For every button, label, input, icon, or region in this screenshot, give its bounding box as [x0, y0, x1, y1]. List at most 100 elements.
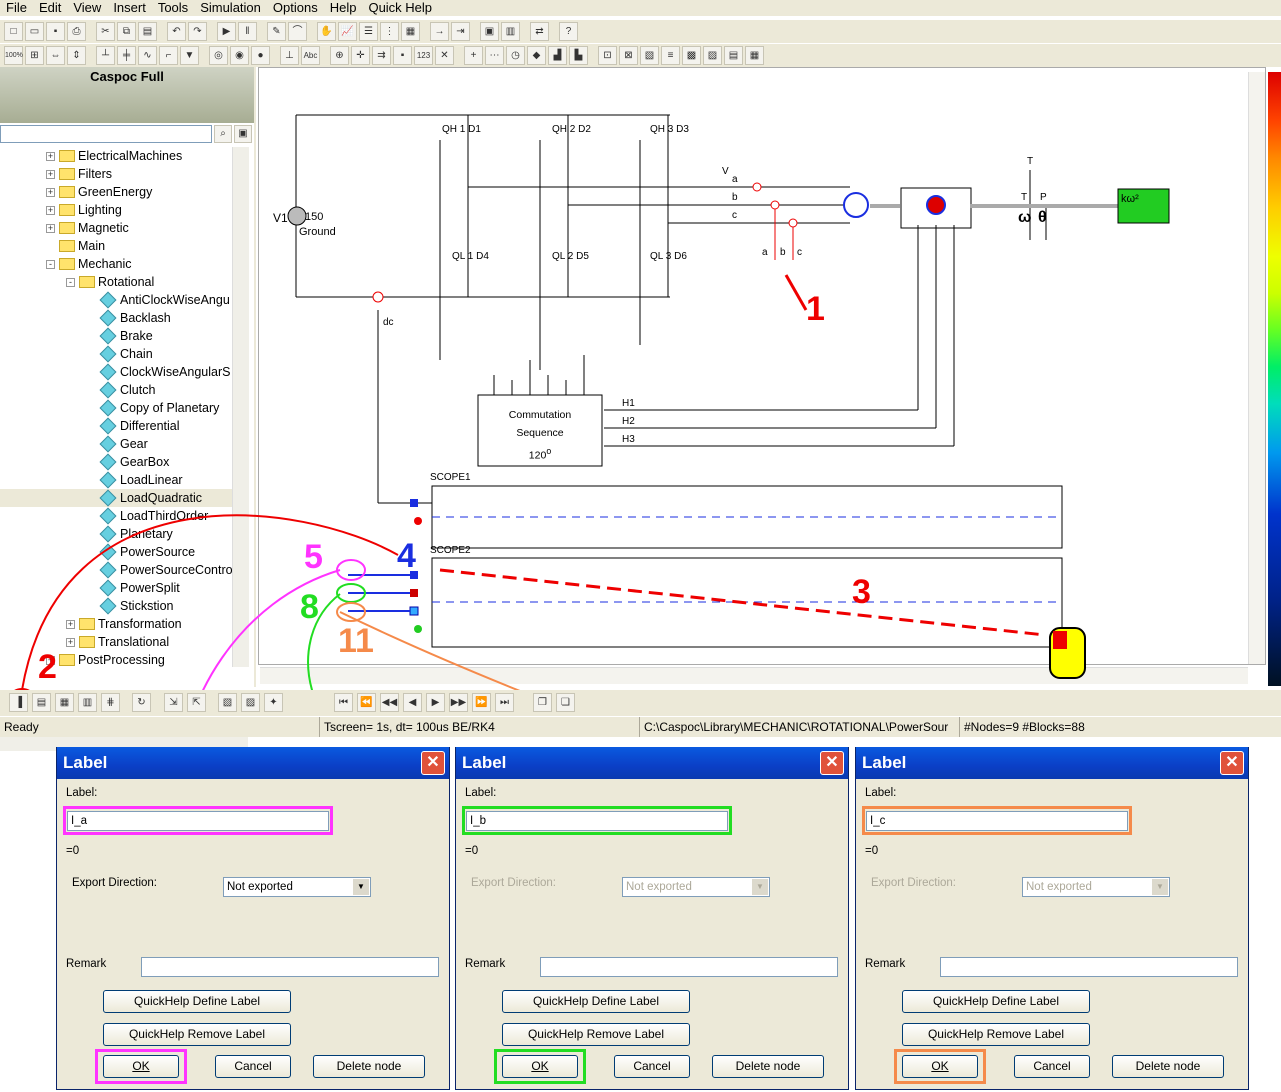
annotation-4: 4: [397, 537, 416, 575]
cancel-button[interactable]: Cancel: [614, 1055, 690, 1078]
chip-tool-icon[interactable]: ⋕: [101, 693, 120, 712]
h2-label: H2: [622, 416, 635, 427]
ic-label: c: [797, 247, 802, 258]
close-icon[interactable]: ✕: [1220, 751, 1244, 775]
export-caption: Export Direction:: [471, 877, 557, 889]
scope2-label: SCOPE2: [430, 545, 471, 556]
delete-node-button[interactable]: Delete node: [1112, 1055, 1224, 1078]
status-sim: Tscreen= 1s, dt= 100us BE/RK4: [320, 717, 640, 737]
last-icon[interactable]: ⏭: [495, 693, 514, 712]
status-bar: Ready Tscreen= 1s, dt= 100us BE/RK4 C:\C…: [0, 717, 1281, 737]
delete-node-button[interactable]: Delete node: [313, 1055, 425, 1078]
commutation-seq: Sequence: [516, 427, 564, 439]
quickhelp-define-button[interactable]: QuickHelp Define Label: [103, 990, 291, 1013]
annotation-8: 8: [300, 588, 319, 626]
voltage-label: V: [722, 166, 729, 177]
label-dialog: Label ✕ Label: I_b =0 Export Direction: …: [455, 747, 849, 1090]
status-counts: #Nodes=9 #Blocks=88: [964, 720, 1085, 734]
qh2-label: QH 2 D2: [552, 124, 591, 135]
annotation-11: 11: [338, 622, 374, 660]
dialog-title: Label: [456, 747, 848, 779]
step-back-icon[interactable]: ◀◀: [380, 693, 399, 712]
back-icon[interactable]: ◀: [403, 693, 422, 712]
quickhelp-remove-button[interactable]: QuickHelp Remove Label: [103, 1023, 291, 1046]
quickhelp-define-button[interactable]: QuickHelp Define Label: [902, 990, 1090, 1013]
label-caption: Label:: [865, 787, 897, 799]
fast-back-icon[interactable]: ⏪: [357, 693, 376, 712]
import-icon[interactable]: ⇱: [187, 693, 206, 712]
label-input[interactable]: I_b: [466, 811, 728, 831]
chevron-down-icon: ▼: [353, 879, 369, 895]
first-icon[interactable]: ⏮: [334, 693, 353, 712]
fast-forward-icon[interactable]: ⏩: [472, 693, 491, 712]
annotation-5: 5: [304, 538, 323, 576]
chevron-down-icon: ▼: [752, 879, 768, 895]
export-value: Not exported: [1026, 881, 1092, 893]
vb-label: b: [732, 192, 738, 203]
forward-icon[interactable]: ▶: [426, 693, 445, 712]
v1-label: V1: [273, 211, 288, 225]
value-readout: =0: [865, 845, 879, 857]
delete-node-button[interactable]: Delete node: [712, 1055, 824, 1078]
tree-tool-icon[interactable]: ▥: [78, 693, 97, 712]
p-label: P: [1040, 192, 1047, 203]
export-caption: Export Direction:: [871, 877, 957, 889]
step-forward-icon[interactable]: ▶▶: [449, 693, 468, 712]
dialog-title: Label: [57, 747, 449, 779]
idc-label: dc: [383, 317, 394, 328]
close-icon[interactable]: ✕: [820, 751, 844, 775]
schematic-drawing: [14, 114, 1170, 690]
remark-input[interactable]: [540, 957, 838, 977]
wizard-icon[interactable]: ✦: [264, 693, 283, 712]
refresh-icon[interactable]: ↻: [132, 693, 151, 712]
ql2-label: QL 2 D5: [552, 251, 589, 262]
commutation-title: Commutation: [508, 409, 572, 421]
ql3-label: QL 3 D6: [650, 251, 687, 262]
grid-tool-icon[interactable]: ▦: [55, 693, 74, 712]
image-icon[interactable]: ▧: [218, 693, 237, 712]
va-label: a: [732, 174, 738, 185]
label-input[interactable]: I_c: [866, 811, 1128, 831]
close-icon[interactable]: ✕: [421, 751, 445, 775]
export-direction-select[interactable]: Not exported ▼: [1022, 877, 1170, 897]
commutation-block[interactable]: Commutation Sequence 120o: [478, 406, 602, 465]
value-readout: =0: [66, 845, 80, 857]
label-input[interactable]: I_a: [67, 811, 329, 831]
quickhelp-remove-button[interactable]: QuickHelp Remove Label: [902, 1023, 1090, 1046]
window-icon[interactable]: ❐: [533, 693, 552, 712]
doc-icon[interactable]: ▤: [32, 693, 51, 712]
value-readout: =0: [465, 845, 479, 857]
ia-label: a: [762, 247, 768, 258]
vc-label: c: [732, 210, 737, 221]
export-icon[interactable]: ⇲: [164, 693, 183, 712]
qh1-label: QH 1 D1: [442, 124, 481, 135]
ok-button[interactable]: OK: [502, 1055, 578, 1078]
commutation-deg: 120o: [528, 446, 552, 462]
export-direction-select[interactable]: Not exported ▼: [223, 877, 371, 897]
label-dialog: Label ✕ Label: I_c =0 Export Direction: …: [855, 747, 1249, 1090]
ok-button[interactable]: OK: [902, 1055, 978, 1078]
load-label: kω²: [1121, 193, 1139, 205]
theta-label: θ: [1038, 209, 1047, 226]
scope1-label: SCOPE1: [430, 472, 471, 483]
quickhelp-define-button[interactable]: QuickHelp Define Label: [502, 990, 690, 1013]
remark-input[interactable]: [141, 957, 439, 977]
export-direction-select[interactable]: Not exported ▼: [622, 877, 770, 897]
remark-input[interactable]: [940, 957, 1238, 977]
ib-label: b: [780, 247, 786, 258]
windows-icon[interactable]: ❏: [556, 693, 575, 712]
export-image-icon[interactable]: ▨: [241, 693, 260, 712]
annotation-2: 2: [38, 648, 57, 686]
quickhelp-remove-button[interactable]: QuickHelp Remove Label: [502, 1023, 690, 1046]
export-value: Not exported: [227, 881, 293, 893]
cancel-button[interactable]: Cancel: [215, 1055, 291, 1078]
h1-label: H1: [622, 398, 635, 409]
ql1-label: QL 1 D4: [452, 251, 489, 262]
ok-button[interactable]: OK: [103, 1055, 179, 1078]
remark-caption: Remark: [66, 958, 107, 970]
status-path: C:\Caspoc\Library\MECHANIC\ROTATIONAL\Po…: [640, 717, 960, 737]
label-tool-icon[interactable]: ▐: [9, 693, 28, 712]
export-caption: Export Direction:: [72, 877, 158, 889]
cancel-button[interactable]: Cancel: [1014, 1055, 1090, 1078]
label-caption: Label:: [66, 787, 98, 799]
